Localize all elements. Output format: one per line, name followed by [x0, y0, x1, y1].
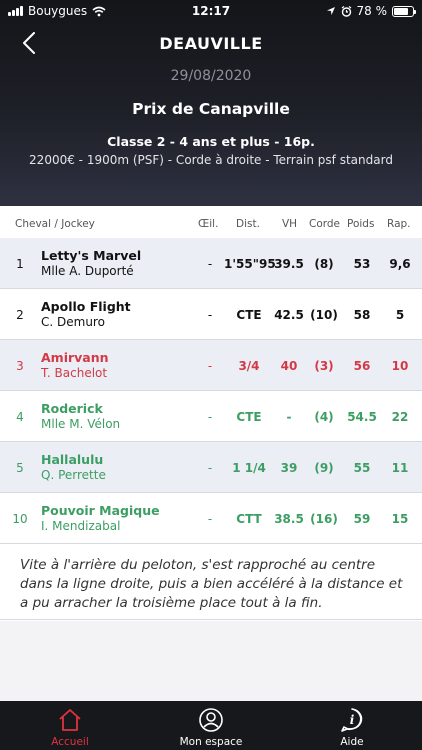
- corde-value: (16): [310, 512, 338, 526]
- tab-label: Aide: [340, 736, 364, 748]
- corde-value: (9): [314, 461, 334, 475]
- table-row[interactable]: 4 Roderick Mlle M. Vélon - CTE - (4) 54.…: [0, 391, 422, 442]
- race-date: 29/08/2020: [170, 68, 252, 84]
- corde-value: (4): [314, 410, 334, 424]
- tab-label: Accueil: [51, 736, 89, 748]
- jockey-name: Q. Perrette: [41, 468, 106, 482]
- rap-value: 15: [391, 512, 409, 526]
- oeil-value: -: [207, 512, 213, 526]
- battery-percent: 78 %: [356, 4, 388, 18]
- tab-bar: Accueil Mon espace i Aide: [0, 701, 422, 750]
- user-icon: [199, 708, 223, 732]
- column-horse-jockey: Cheval / Jockey: [15, 218, 95, 230]
- jockey-name: I. Mendizabal: [41, 519, 121, 533]
- tab-aide[interactable]: i Aide: [282, 701, 422, 750]
- corde-value: (8): [314, 257, 334, 271]
- battery-icon: [392, 5, 416, 17]
- jockey-name: Mlle A. Duporté: [41, 264, 134, 278]
- oeil-value: -: [207, 257, 213, 271]
- jockey-name: Mlle M. Vélon: [41, 417, 121, 431]
- horse-name: Roderick: [41, 401, 103, 416]
- rank: 5: [16, 461, 24, 475]
- column-corde: Corde: [309, 218, 341, 230]
- corde-value: (10): [310, 308, 338, 322]
- venue-title: DEAUVILLE: [159, 34, 263, 53]
- poids-value: 55: [353, 461, 371, 475]
- column-vh: VH: [282, 218, 298, 230]
- dist-value: 1'55"95: [224, 257, 276, 271]
- column-oeil: Œil.: [198, 218, 219, 230]
- column-dist: Dist.: [236, 218, 260, 230]
- results-table: 1 Letty's Marvel Mlle A. Duporté - 1'55"…: [0, 238, 422, 544]
- rap-value: 10: [391, 359, 409, 373]
- table-row[interactable]: 1 Letty's Marvel Mlle A. Duporté - 1'55"…: [0, 238, 422, 289]
- rap-value: 22: [391, 410, 409, 424]
- rap-value: 5: [395, 308, 405, 322]
- location-icon: [326, 7, 335, 15]
- tab-accueil[interactable]: Accueil: [0, 701, 140, 750]
- rap-value: 11: [391, 461, 409, 475]
- empty-area: [0, 621, 422, 701]
- dist-value: CTE: [236, 410, 262, 424]
- race-name: Prix de Canapville: [132, 100, 290, 118]
- rank: 2: [16, 308, 24, 322]
- alarm-icon: [341, 5, 351, 17]
- column-rap: Rap.: [387, 218, 411, 230]
- oeil-value: -: [207, 410, 213, 424]
- rank: 10: [12, 512, 28, 526]
- table-row[interactable]: 2 Apollo Flight C. Demuro - CTE 42.5 (10…: [0, 289, 422, 340]
- rank: 4: [16, 410, 24, 424]
- vh-value: 40: [280, 359, 298, 373]
- vh-value: -: [286, 410, 292, 424]
- table-row[interactable]: 10 Pouvoir Magique I. Mendizabal - CTT 3…: [0, 493, 422, 544]
- table-row[interactable]: 3 Amirvann T. Bachelot - 3/4 40 (3) 56 1…: [0, 340, 422, 391]
- horse-name: Pouvoir Magique: [41, 503, 160, 518]
- poids-value: 56: [353, 359, 371, 373]
- rap-value: 9,6: [389, 257, 411, 271]
- dist-value: CTT: [236, 512, 262, 526]
- poids-value: 53: [353, 257, 371, 271]
- vh-value: 38.5: [274, 512, 304, 526]
- race-class: Classe 2 - 4 ans et plus - 16p.: [107, 134, 315, 149]
- horse-name: Amirvann: [41, 350, 109, 365]
- tab-label: Mon espace: [179, 736, 243, 748]
- race-header: Bouygues 12:17 78 % DEAUVILLE 29/08/2020…: [0, 0, 422, 206]
- vh-value: 39: [280, 461, 298, 475]
- home-icon: [59, 709, 81, 731]
- horse-name: Apollo Flight: [41, 299, 131, 314]
- oeil-value: -: [207, 308, 213, 322]
- corde-value: (3): [314, 359, 334, 373]
- dist-value: 1 1/4: [232, 461, 266, 475]
- rank: 3: [16, 359, 24, 373]
- svg-text:i: i: [350, 713, 355, 727]
- vh-value: 42.5: [274, 308, 304, 322]
- jockey-name: T. Bachelot: [41, 366, 108, 380]
- poids-value: 58: [353, 308, 371, 322]
- horse-name: Hallalulu: [41, 452, 104, 467]
- help-icon: i: [341, 708, 363, 732]
- oeil-value: -: [207, 461, 213, 475]
- poids-value: 59: [353, 512, 371, 526]
- column-poids: Poids: [347, 218, 375, 230]
- tab-mon-espace[interactable]: Mon espace: [141, 701, 281, 750]
- status-bar: Bouygues 12:17 78 %: [0, 0, 422, 22]
- jockey-name: C. Demuro: [41, 315, 105, 329]
- vh-value: 39.5: [274, 257, 304, 271]
- race-details: 22000€ - 1900m (PSF) - Corde à droite - …: [29, 153, 393, 167]
- race-comment: Vite à l'arrière du peloton, s'est rappr…: [0, 544, 422, 620]
- rank: 1: [16, 257, 24, 271]
- poids-value: 54.5: [347, 410, 377, 424]
- table-row[interactable]: 5 Hallalulu Q. Perrette - 1 1/4 39 (9) 5…: [0, 442, 422, 493]
- dist-value: CTE: [236, 308, 262, 322]
- oeil-value: -: [207, 359, 213, 373]
- horse-name: Letty's Marvel: [41, 248, 142, 263]
- dist-value: 3/4: [238, 359, 260, 373]
